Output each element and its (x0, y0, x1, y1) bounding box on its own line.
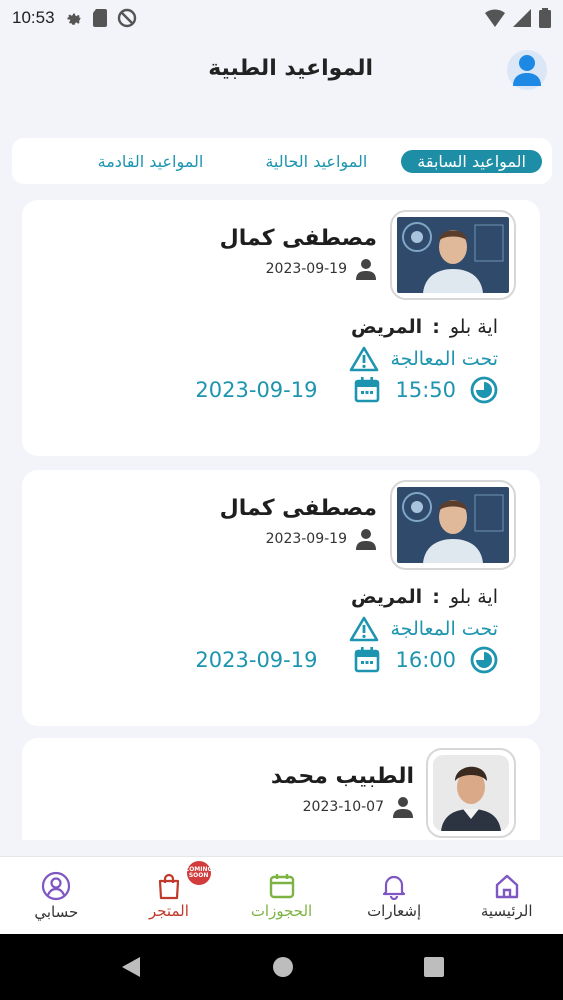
status-bar: 10:53 (0, 0, 563, 36)
calendar-icon (269, 873, 294, 898)
settings-icon (66, 13, 81, 25)
doctor-photo (433, 755, 509, 831)
home-icon (495, 874, 518, 898)
back-icon[interactable] (120, 956, 142, 978)
header: المواعيد الطبية (0, 40, 563, 102)
patient-name: اية بلو (449, 316, 498, 338)
clock-icon (470, 376, 498, 404)
battery-icon (539, 8, 551, 28)
coming-soon-badge: COMING SOON (184, 859, 213, 887)
nav-store-label: المتجر (148, 901, 189, 920)
doctor-name: مصطفى كمال (219, 496, 377, 521)
tab-upcoming[interactable]: المواعيد القادمة (86, 149, 216, 174)
booking-date: 2023-09-19 (265, 531, 347, 547)
status-row: تحت المعالجة (349, 616, 499, 642)
patient-colon: : (432, 316, 440, 338)
doctor-photo (397, 217, 509, 293)
recents-icon[interactable] (423, 957, 444, 977)
appointment-time: 15:50 (395, 378, 456, 402)
doctor-photo-frame (390, 480, 516, 570)
doctor-name: مصطفى كمال (219, 226, 377, 251)
do-not-disturb-icon (117, 8, 136, 28)
shopping-bag-icon (158, 873, 180, 899)
booking-date: 2023-10-07 (302, 799, 384, 815)
doctor-photo-frame (390, 210, 516, 300)
status-row: تحت المعالجة (349, 346, 499, 372)
nav-bookings-label: الحجوزات (250, 901, 313, 920)
appointment-tabs: المواعيد السابقة المواعيد الحالية المواع… (12, 138, 552, 184)
patient-label: المريض (350, 316, 423, 338)
calendar-icon (355, 377, 380, 403)
signal-icon (513, 9, 531, 27)
appointment-status: تحت المعالجة (390, 348, 499, 370)
time-row: 16:00 2023-09-19 (195, 646, 498, 674)
warning-icon (349, 616, 378, 642)
nav-store[interactable]: المتجر COMING SOON (113, 857, 226, 934)
nav-notifications-label: إشعارات (367, 901, 422, 920)
profile-button[interactable] (507, 50, 547, 90)
booking-date-row: 2023-09-19 (266, 258, 377, 280)
bell-icon (383, 875, 406, 900)
nav-home[interactable]: الرئيسية (450, 857, 563, 934)
booking-date-row: 2023-10-07 (303, 796, 414, 818)
appointment-date: 2023-09-19 (195, 378, 318, 402)
appointment-card[interactable]: مصطفى كمال 2023-09-19 المريض : اية بلو ت… (22, 200, 540, 456)
clock: 10:53 (12, 8, 55, 27)
nav-account[interactable]: حسابي (0, 857, 113, 934)
appointment-time: 16:00 (395, 648, 456, 672)
warning-icon (349, 346, 378, 372)
time-row: 15:50 2023-09-19 (195, 376, 498, 404)
patient-label: المريض (350, 586, 423, 608)
nav-bookings[interactable]: الحجوزات (225, 857, 338, 934)
tab-current[interactable]: المواعيد الحالية (253, 149, 379, 174)
nav-home-label: الرئيسية (480, 901, 533, 920)
sd-card-icon (92, 9, 107, 27)
patient-name: اية بلو (449, 586, 498, 608)
home-circle-icon[interactable] (272, 956, 294, 978)
person-icon (393, 797, 413, 818)
status-right (485, 8, 551, 28)
person-icon (356, 259, 376, 280)
appointment-status: تحت المعالجة (390, 618, 499, 640)
appointment-card[interactable]: الطبيب محمد 2023-10-07 (22, 738, 540, 840)
status-left: 10:53 (12, 8, 137, 28)
booking-date: 2023-09-19 (265, 261, 347, 277)
system-navigation-bar (0, 934, 563, 1000)
doctor-photo (397, 487, 509, 563)
account-icon (42, 871, 71, 900)
doctor-name: الطبيب محمد (270, 764, 414, 789)
calendar-icon (355, 647, 380, 673)
doctor-photo-frame (426, 748, 516, 838)
tab-previous[interactable]: المواعيد السابقة (401, 149, 542, 173)
booking-date-row: 2023-09-19 (266, 528, 377, 550)
page-title: المواعيد الطبية (208, 56, 373, 81)
patient-row: المريض : اية بلو (351, 586, 498, 608)
clock-icon (470, 646, 498, 674)
bottom-navigation: الرئيسية إشعارات الحجوزات المتجر COMING … (0, 856, 563, 934)
appointment-date: 2023-09-19 (195, 648, 318, 672)
person-icon (356, 529, 376, 550)
patient-colon: : (432, 586, 440, 608)
nav-account-label: حسابي (34, 902, 79, 921)
wifi-icon (485, 9, 505, 27)
appointments-list: مصطفى كمال 2023-09-19 المريض : اية بلو ت… (22, 200, 542, 840)
nav-notifications[interactable]: إشعارات (338, 857, 451, 934)
user-icon (513, 55, 541, 86)
appointment-card[interactable]: مصطفى كمال 2023-09-19 المريض : اية بلو ت… (22, 470, 540, 726)
patient-row: المريض : اية بلو (351, 316, 498, 338)
